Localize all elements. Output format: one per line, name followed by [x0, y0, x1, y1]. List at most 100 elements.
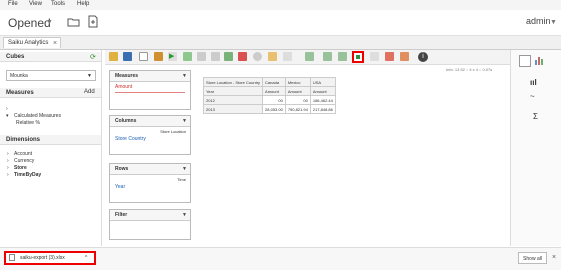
- new-query-icon[interactable]: [139, 52, 148, 61]
- measures-drop-zone[interactable]: Measures ▼ Amount: [109, 70, 191, 110]
- sort-asc-icon[interactable]: [323, 52, 332, 61]
- table-cell: 186,462.44: [309, 95, 336, 105]
- dimension-currency[interactable]: Currency: [14, 158, 34, 164]
- file-icon: [9, 254, 15, 261]
- new-file-icon[interactable]: [87, 15, 99, 28]
- calculated-measures-folder[interactable]: Calculated Measures: [14, 113, 61, 119]
- tab-saiku-analytics[interactable]: Saiku Analytics ×: [3, 37, 61, 48]
- info-icon[interactable]: i: [418, 52, 428, 62]
- row-header-year[interactable]: 2013: [202, 104, 264, 114]
- expand-icon[interactable]: ›: [7, 165, 9, 171]
- auto-execute-icon[interactable]: [183, 52, 192, 61]
- zoom-icon[interactable]: [253, 52, 262, 61]
- chevron-down-icon[interactable]: ▼: [550, 19, 557, 26]
- filter-drop-zone[interactable]: Filter ▼: [109, 209, 191, 240]
- export-icon[interactable]: [305, 52, 314, 61]
- page-title[interactable]: Opened: [8, 16, 51, 30]
- measure-header: Amount: [262, 86, 286, 96]
- table-cell: 790,821.94: [284, 104, 311, 114]
- query-toolbar: ▶ i: [105, 50, 517, 65]
- collapse-icon[interactable]: ▾: [6, 113, 9, 119]
- download-item[interactable]: saiku-export (3).xlsx ^: [4, 251, 96, 265]
- bar-chart-icon[interactable]: ııl: [530, 78, 537, 87]
- measure-chip-amount[interactable]: Amount: [110, 82, 190, 92]
- chevron-down-icon[interactable]: ▼: [182, 210, 187, 220]
- menu-help[interactable]: Help: [77, 1, 89, 7]
- table-measure-row: Year Amount Amount Amount: [202, 86, 336, 96]
- measure-header: Amount: [284, 86, 311, 96]
- menu-file[interactable]: File: [8, 1, 18, 7]
- chart-view-icon[interactable]: [534, 55, 544, 65]
- non-empty-icon[interactable]: [238, 52, 247, 61]
- tab-bar: Saiku Analytics ×: [0, 36, 561, 50]
- toggle-fields-icon[interactable]: [197, 52, 206, 61]
- expand-icon[interactable]: ›: [7, 151, 9, 157]
- hide-parents-icon[interactable]: [224, 52, 233, 61]
- sort-desc-icon[interactable]: [338, 52, 347, 61]
- save-icon[interactable]: [123, 52, 132, 61]
- measures-zone-title: Measures: [115, 73, 139, 79]
- rows-drop-zone[interactable]: Rows ▼ Time Year: [109, 163, 191, 203]
- open-folder-icon[interactable]: [67, 16, 80, 27]
- column-header-mexico[interactable]: Mexico: [284, 77, 311, 87]
- dimension-account[interactable]: Account: [14, 151, 32, 157]
- chevron-down-icon[interactable]: ▼: [182, 116, 187, 126]
- top-bar: Opened ▼ admin ▼: [0, 10, 561, 36]
- export-xls-button[interactable]: [352, 51, 364, 63]
- download-filename: saiku-export (3).xlsx: [20, 255, 65, 261]
- query-info: Info: 13.52 :: 4 x 4 :: 0.07s: [446, 67, 493, 72]
- result-table: Store Location - Store Country Canada Me…: [202, 77, 336, 114]
- row-header-label: Year: [202, 86, 264, 96]
- edit-icon[interactable]: [154, 52, 163, 61]
- show-all-button[interactable]: Show all: [518, 252, 547, 264]
- row-header-year[interactable]: 2012: [202, 95, 264, 105]
- open-query-icon[interactable]: [109, 52, 118, 61]
- switch-mode-icon[interactable]: [400, 52, 409, 61]
- measure-header: Amount: [309, 86, 336, 96]
- close-icon[interactable]: ×: [53, 38, 57, 49]
- export-csv-icon[interactable]: [370, 52, 379, 61]
- drill-icon[interactable]: [268, 52, 277, 61]
- tab-label: Saiku Analytics: [8, 40, 49, 46]
- expand-icon[interactable]: ›: [7, 158, 9, 164]
- swap-axes-icon[interactable]: [283, 52, 292, 61]
- table-row: 2013 28,053.00 790,821.94 217,848.86: [202, 104, 336, 114]
- sum-icon[interactable]: Σ: [533, 112, 538, 121]
- export-pdf-icon[interactable]: [385, 52, 394, 61]
- expand-icon[interactable]: ›: [6, 106, 8, 112]
- user-menu[interactable]: admin: [526, 16, 551, 26]
- column-chip-store-country[interactable]: Store Country: [110, 136, 190, 142]
- table-cell: 00: [284, 95, 311, 105]
- rows-level-header: Time: [177, 177, 186, 182]
- table-cell: 217,848.86: [309, 104, 336, 114]
- menu-tools[interactable]: Tools: [51, 1, 65, 7]
- columns-drop-zone[interactable]: Columns ▼ Store Location Store Country: [109, 115, 191, 155]
- chevron-down-icon[interactable]: ▼: [182, 164, 187, 174]
- measure-relative[interactable]: Relative %: [16, 120, 40, 126]
- table-cell: 28,053.00: [262, 104, 286, 114]
- columns-zone-title: Columns: [115, 118, 137, 124]
- close-icon[interactable]: ×: [552, 254, 556, 261]
- excel-icon: [356, 55, 360, 59]
- table-view-icon[interactable]: [519, 55, 531, 67]
- column-header-canada[interactable]: Canada: [262, 77, 286, 87]
- cube-select[interactable]: Mounka ▼: [6, 70, 96, 81]
- menu-bar: File View Tools Help: [0, 0, 561, 10]
- toggle-sidebar-icon[interactable]: [211, 52, 220, 61]
- run-query-icon[interactable]: ▶: [168, 52, 177, 61]
- menu-view[interactable]: View: [29, 1, 42, 7]
- chevron-down-icon[interactable]: ▼: [46, 19, 53, 26]
- add-measure-button[interactable]: Add: [84, 89, 95, 95]
- rows-zone-title: Rows: [115, 166, 129, 172]
- dimension-store[interactable]: Store: [14, 165, 27, 171]
- refresh-icon[interactable]: ⟳: [90, 53, 96, 61]
- expand-icon[interactable]: ›: [7, 172, 9, 178]
- chevron-up-icon[interactable]: ^: [85, 253, 87, 263]
- chevron-down-icon[interactable]: ▼: [182, 71, 187, 81]
- column-header-usa[interactable]: USA: [309, 77, 336, 87]
- cubes-header: Cubes: [0, 52, 101, 62]
- line-chart-icon[interactable]: ~: [530, 92, 535, 101]
- table-cell: 00: [262, 95, 286, 105]
- dimension-timebyday[interactable]: TimeByDay: [14, 172, 41, 178]
- row-chip-year[interactable]: Year: [110, 184, 190, 190]
